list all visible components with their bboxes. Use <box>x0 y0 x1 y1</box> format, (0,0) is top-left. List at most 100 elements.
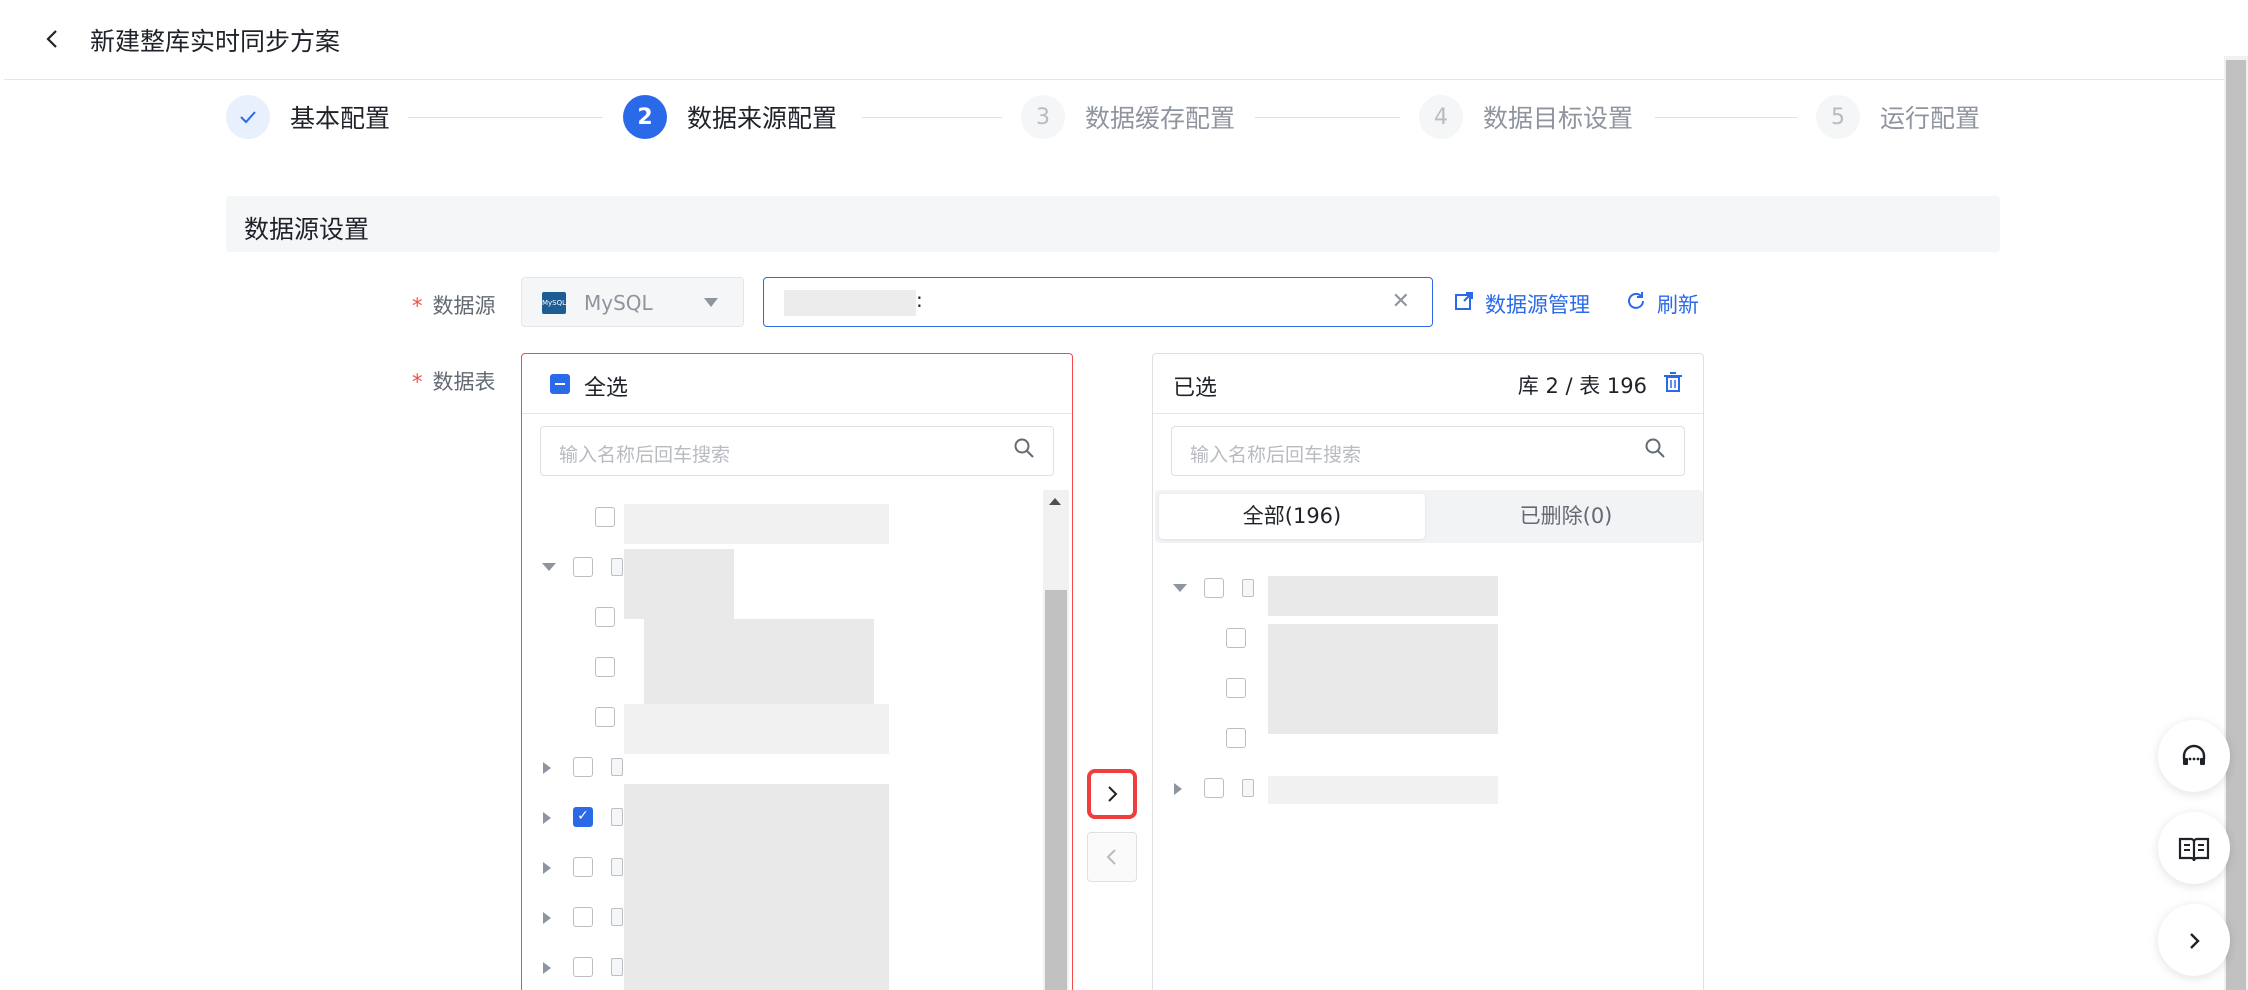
tree-checkbox[interactable] <box>573 557 593 577</box>
required-mark: * <box>412 370 423 394</box>
caret-right-icon[interactable] <box>543 812 551 824</box>
tree-checkbox[interactable] <box>1204 578 1224 598</box>
caret-down-icon[interactable] <box>542 563 556 571</box>
database-icon <box>611 958 623 976</box>
tree-checkbox[interactable] <box>595 607 615 627</box>
caret-down-icon[interactable] <box>1173 584 1187 592</box>
step-number: 2 <box>623 95 667 139</box>
redacted-name <box>1268 624 1498 734</box>
datasource-label: * 数据源 <box>412 294 496 318</box>
redacted-name <box>624 784 889 990</box>
step-label: 运行配置 <box>1880 104 1981 133</box>
section-title: 数据源设置 <box>244 215 370 244</box>
scroll-up-icon[interactable] <box>1049 498 1061 505</box>
refresh-icon <box>1625 290 1647 318</box>
step-label: 数据缓存配置 <box>1085 104 1236 133</box>
redacted-name <box>1268 776 1498 804</box>
expand-button[interactable] <box>2158 904 2230 976</box>
datasource-type-select[interactable]: MySQL MySQL <box>521 277 744 327</box>
search-icon[interactable] <box>1013 437 1035 465</box>
tree-checkbox[interactable] <box>595 657 615 677</box>
mysql-logo-icon: MySQL <box>542 292 566 314</box>
refresh-link[interactable]: 刷新 <box>1625 289 1699 319</box>
tree-checkbox[interactable] <box>573 957 593 977</box>
connection-name-redacted <box>784 290 916 316</box>
database-icon <box>611 908 623 926</box>
docs-button[interactable] <box>2158 812 2230 884</box>
source-list-scrollbar[interactable] <box>1043 490 1069 990</box>
page: 新建整库实时同步方案 基本配置 2 数据来源配置 3 数据缓存配置 4 数据目标… <box>0 0 2248 990</box>
step-run-config[interactable]: 5 运行配置 <box>1816 95 1980 139</box>
caret-right-icon[interactable] <box>543 962 551 974</box>
search-placeholder: 输入名称后回车搜索 <box>559 444 731 466</box>
step-number: 3 <box>1021 95 1065 139</box>
tree-checkbox[interactable] <box>1226 728 1246 748</box>
tree-checkbox[interactable] <box>1226 678 1246 698</box>
step-connector <box>862 117 1002 118</box>
redacted-name <box>1268 576 1498 616</box>
caret-right-icon[interactable] <box>543 862 551 874</box>
chevron-right-icon <box>1108 785 1118 802</box>
caret-right-icon[interactable] <box>1174 783 1182 795</box>
search-icon[interactable] <box>1644 437 1666 465</box>
header-bar: 新建整库实时同步方案 <box>4 0 2224 80</box>
chevron-left-icon <box>1106 848 1116 865</box>
step-label: 基本配置 <box>290 104 391 133</box>
tab-deleted[interactable]: 已删除(0) <box>1433 494 1699 539</box>
selected-search-input[interactable]: 输入名称后回车搜索 <box>1171 426 1685 476</box>
chevron-right-icon <box>2190 933 2200 949</box>
headset-icon <box>2182 744 2206 765</box>
database-icon <box>611 808 623 826</box>
required-mark: * <box>412 294 423 318</box>
source-search-input[interactable]: 输入名称后回车搜索 <box>540 426 1054 476</box>
support-button[interactable] <box>2158 720 2230 792</box>
datasource-type-value: MySQL <box>584 291 653 315</box>
tree-checkbox[interactable] <box>573 757 593 777</box>
tree-checkbox[interactable] <box>1204 778 1224 798</box>
caret-right-icon[interactable] <box>543 912 551 924</box>
back-button[interactable] <box>38 24 68 54</box>
connection-select[interactable]: : ✕ <box>763 277 1433 327</box>
step-label: 数据来源配置 <box>687 104 838 133</box>
source-panel-header: 全选 <box>522 354 1072 414</box>
tree-checkbox[interactable] <box>595 707 615 727</box>
datasource-manage-link[interactable]: 数据源管理 <box>1453 289 1590 319</box>
redacted-name <box>624 549 734 619</box>
caret-right-icon[interactable] <box>543 762 551 774</box>
source-tables-panel: 全选 输入名称后回车搜索 ✓ <box>521 353 1073 990</box>
step-source-config[interactable]: 2 数据来源配置 <box>623 95 837 139</box>
select-all-checkbox[interactable] <box>550 374 570 394</box>
tree-checkbox[interactable] <box>573 907 593 927</box>
step-cache-config[interactable]: 3 数据缓存配置 <box>1021 95 1235 139</box>
step-connector <box>1255 117 1400 118</box>
tree-checkbox[interactable] <box>573 857 593 877</box>
step-label: 数据目标设置 <box>1483 104 1634 133</box>
table-label: * 数据表 <box>412 370 496 394</box>
database-icon <box>1242 779 1254 797</box>
step-number: 5 <box>1816 95 1860 139</box>
redacted-name <box>624 704 889 754</box>
tab-all[interactable]: 全部(196) <box>1159 494 1425 539</box>
step-connector <box>408 117 603 118</box>
check-icon <box>226 95 270 139</box>
selected-tabs: 全部(196) 已删除(0) <box>1155 490 1703 543</box>
step-target-config[interactable]: 4 数据目标设置 <box>1419 95 1633 139</box>
book-icon <box>2178 837 2210 862</box>
scrollbar-thumb[interactable] <box>1045 590 1067 990</box>
move-right-button[interactable] <box>1087 769 1137 819</box>
section-header: 数据源设置 <box>226 196 2000 252</box>
step-basic-config[interactable]: 基本配置 <box>226 95 390 139</box>
tree-checkbox[interactable] <box>595 507 615 527</box>
caret-down-icon <box>704 298 718 307</box>
tree-checkbox-checked[interactable]: ✓ <box>573 807 593 827</box>
database-icon <box>611 558 623 576</box>
selected-summary: 库 2 / 表 196 <box>1517 374 1647 398</box>
search-placeholder: 输入名称后回车搜索 <box>1190 444 1362 466</box>
move-left-button[interactable] <box>1087 832 1137 882</box>
redacted-name <box>644 619 874 704</box>
database-icon <box>611 758 623 776</box>
chevron-left-icon <box>46 30 57 48</box>
tree-checkbox[interactable] <box>1226 628 1246 648</box>
clear-icon[interactable]: ✕ <box>1392 289 1410 314</box>
trash-icon[interactable] <box>1663 371 1683 397</box>
